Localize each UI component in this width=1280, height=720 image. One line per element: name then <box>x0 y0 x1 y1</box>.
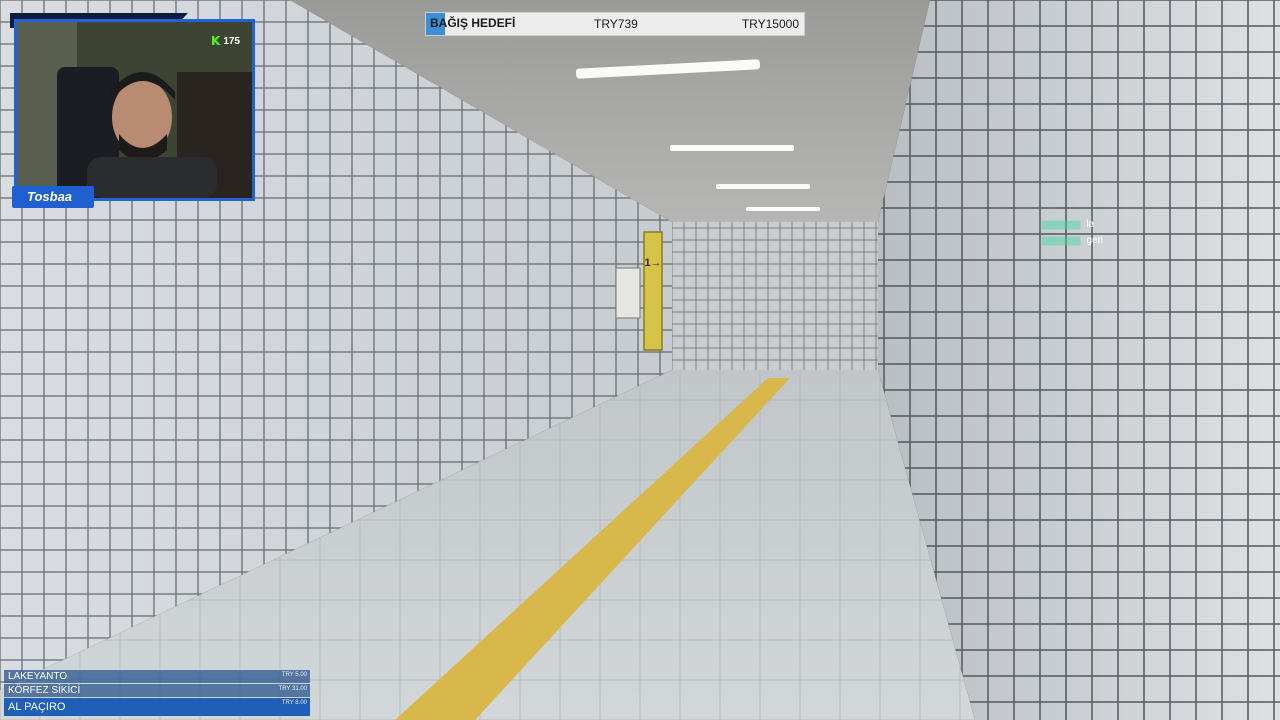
chat-username: ▆▆▆▆▆ <box>1042 219 1081 230</box>
donation-goal-current: TRY739 <box>594 17 638 31</box>
game-viewport: 1→ BAĞIŞ HEDEFİ TRY739 TRY15000 K 175 To… <box>0 0 1280 720</box>
exit-sign-arrow: 1→ <box>644 257 661 269</box>
viewer-count-badge: K 175 <box>211 33 245 49</box>
chat-message: ▆▆▆▆▆ la <box>1042 219 1103 235</box>
donor-name: KÖRFEZ SİKİCİ <box>8 685 81 696</box>
kick-k-icon: K <box>211 34 221 48</box>
streamer-name: Tosbaa <box>27 189 73 204</box>
donation-row: KÖRFEZ SİKİCİ TRY 31.00 <box>4 684 310 697</box>
donation-row-latest: AL PAÇIRO TRY 8.00 <box>4 698 310 716</box>
streamer-name-tag: Tosbaa <box>12 186 94 208</box>
ceiling-light <box>716 184 810 189</box>
chat-message: ▆▆▆▆▆ geri <box>1042 235 1103 251</box>
notice-poster <box>615 267 641 319</box>
donation-amount: TRY 5.00 <box>281 672 307 678</box>
chat-overlay: ▆▆▆▆▆ la ▆▆▆▆▆ geri <box>1042 219 1103 251</box>
donor-name: LAKEYANTO <box>8 671 68 682</box>
donation-goal-bar: BAĞIŞ HEDEFİ TRY739 TRY15000 <box>425 12 805 36</box>
ceiling-light <box>746 207 820 211</box>
exit-sign <box>643 231 663 351</box>
chat-text: geri <box>1086 235 1104 246</box>
chat-username: ▆▆▆▆▆ <box>1042 235 1081 246</box>
donation-goal-target: TRY15000 <box>741 17 799 31</box>
donation-goal-title: BAĞIŞ HEDEFİ <box>430 16 516 30</box>
donor-name: AL PAÇIRO <box>8 701 66 713</box>
viewer-count: 175 <box>223 35 240 47</box>
donation-row: LAKEYANTO TRY 5.00 <box>4 670 310 683</box>
donation-amount: TRY 8.00 <box>281 700 307 706</box>
ceiling-light <box>670 145 794 151</box>
chat-text: la <box>1086 219 1095 230</box>
donation-amount: TRY 31.00 <box>278 686 307 692</box>
